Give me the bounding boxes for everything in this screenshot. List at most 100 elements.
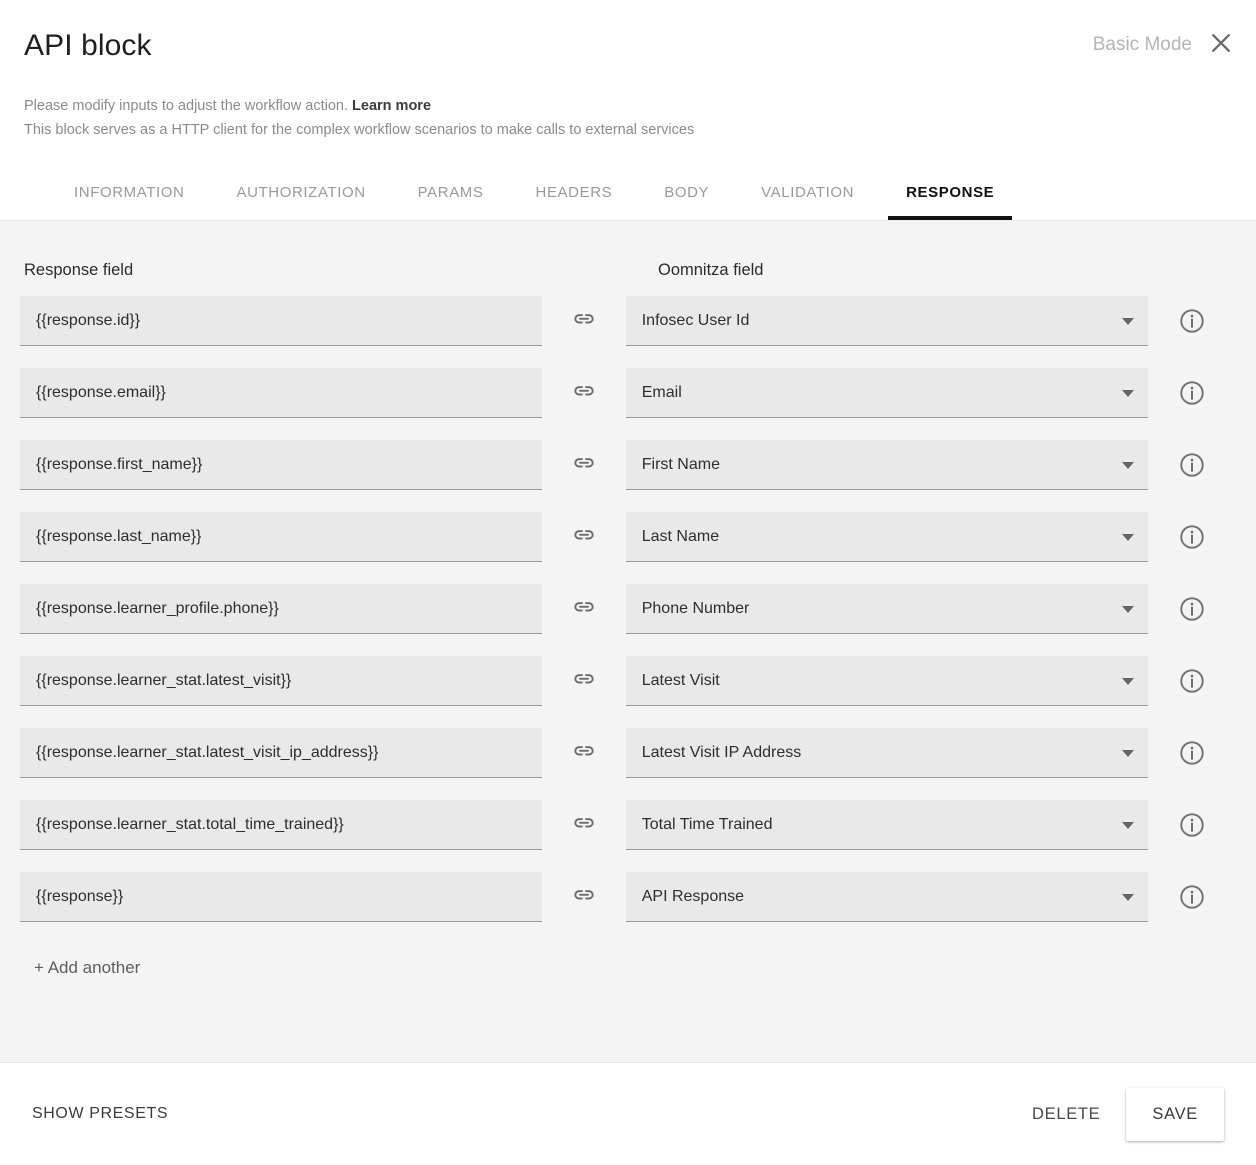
oomnitza-field-select[interactable]: Total Time Trained (625, 800, 1149, 850)
tab-bar: INFORMATION AUTHORIZATION PARAMS HEADERS… (24, 164, 1232, 220)
mapping-rows: {{response.id}} Infosec User Id {{response… (20, 296, 1236, 944)
link-icon[interactable] (542, 656, 626, 706)
oomnitza-field-value: Latest Visit IP Address (641, 743, 802, 761)
response-field-value: {{response.learner_stat.latest_visit}} (36, 671, 292, 689)
mapping-row: {{response.last_name}} Last Name (20, 512, 1236, 562)
learn-more-link[interactable]: Learn more (352, 98, 431, 114)
link-icon[interactable] (542, 728, 626, 778)
page-title: API block (24, 29, 152, 62)
column-header-oomnitza-field: Oomnitza field (658, 261, 764, 279)
oomnitza-field-value: Last Name (641, 527, 720, 545)
oomnitza-field-value: Latest Visit (641, 671, 720, 689)
subtitle-line-2: This block serves as a HTTP client for t… (24, 122, 695, 138)
link-icon[interactable] (542, 368, 626, 418)
response-field-value: {{response.last_name}} (36, 527, 202, 545)
response-mapping-panel: Response field Oomnitza field {{response… (0, 220, 1256, 1062)
response-field-value: {{response}} (36, 887, 124, 905)
api-block-dialog: API block Basic Mode Please modify input… (0, 0, 1256, 1165)
oomnitza-field-select[interactable]: Phone Number (625, 584, 1149, 634)
response-field-input[interactable]: {{response.learner_profile.phone}} (20, 584, 542, 634)
oomnitza-field-select[interactable]: Email (625, 368, 1149, 418)
info-icon[interactable] (1148, 584, 1236, 634)
mapping-row: {{response.learner_stat.latest_visit}} La… (20, 656, 1236, 706)
response-field-input[interactable]: {{response.last_name}} (20, 512, 542, 562)
info-icon[interactable] (1148, 512, 1236, 562)
tab-validation[interactable]: VALIDATION (735, 164, 880, 220)
oomnitza-field-value: Phone Number (641, 599, 750, 617)
response-field-input[interactable]: {{response.learner_stat.latest_visit_ip_… (20, 728, 542, 778)
header-actions: Basic Mode (1093, 28, 1236, 58)
chevron-down-icon[interactable] (1122, 605, 1135, 613)
chevron-down-icon[interactable] (1122, 317, 1135, 325)
dialog-header: API block Basic Mode Please modify input… (0, 0, 1256, 220)
link-icon[interactable] (542, 440, 626, 490)
footer-actions: DELETE SAVE (1014, 1087, 1232, 1141)
mapping-row: {{response.first_name}} First Name (20, 440, 1236, 490)
info-icon[interactable] (1148, 800, 1236, 850)
tab-response[interactable]: RESPONSE (880, 164, 1020, 220)
info-icon[interactable] (1148, 296, 1236, 346)
link-icon[interactable] (542, 800, 626, 850)
info-icon[interactable] (1148, 368, 1236, 418)
response-field-value: {{response.id}} (36, 311, 141, 329)
response-field-input[interactable]: {{response.email}} (20, 368, 542, 418)
oomnitza-field-value: First Name (641, 455, 720, 473)
tab-authorization[interactable]: AUTHORIZATION (210, 164, 391, 220)
oomnitza-field-select[interactable]: Latest Visit (625, 656, 1149, 706)
response-field-value: {{response.email}} (36, 383, 166, 401)
oomnitza-field-value: API Response (641, 887, 745, 905)
mapping-row: {{response.learner_profile.phone}} Phone … (20, 584, 1236, 634)
chevron-down-icon[interactable] (1122, 461, 1135, 469)
chevron-down-icon[interactable] (1122, 749, 1135, 757)
oomnitza-field-select[interactable]: Latest Visit IP Address (625, 728, 1149, 778)
link-icon[interactable] (542, 512, 626, 562)
mapping-row: {{response}} API Response (20, 872, 1236, 922)
chevron-down-icon[interactable] (1122, 677, 1135, 685)
oomnitza-field-value: Infosec User Id (641, 311, 750, 329)
tab-information[interactable]: INFORMATION (48, 164, 210, 220)
response-field-input[interactable]: {{response.id}} (20, 296, 542, 346)
response-field-value: {{response.learner_stat.total_time_train… (36, 815, 344, 833)
mapping-row: {{response.email}} Email (20, 368, 1236, 418)
oomnitza-field-select[interactable]: Infosec User Id (625, 296, 1149, 346)
chevron-down-icon[interactable] (1122, 533, 1135, 541)
subtitle-line-1: Please modify inputs to adjust the workf… (24, 94, 1232, 118)
title-row: API block (24, 28, 1232, 64)
dialog-footer: SHOW PRESETS DELETE SAVE (0, 1062, 1256, 1165)
tab-params[interactable]: PARAMS (392, 164, 510, 220)
info-icon[interactable] (1148, 728, 1236, 778)
info-icon[interactable] (1148, 440, 1236, 490)
link-icon[interactable] (542, 296, 626, 346)
mode-label: Basic Mode (1092, 34, 1192, 55)
response-field-value: {{response.learner_profile.phone}} (36, 599, 279, 617)
link-icon[interactable] (542, 584, 626, 634)
response-field-input[interactable]: {{response.learner_stat.total_time_train… (20, 800, 542, 850)
mapping-row: {{response.id}} Infosec User Id (20, 296, 1236, 346)
oomnitza-field-select[interactable]: First Name (625, 440, 1149, 490)
column-headers: Response field Oomnitza field (20, 221, 1236, 296)
close-icon[interactable] (1206, 28, 1236, 58)
oomnitza-field-value: Email (641, 383, 682, 401)
chevron-down-icon[interactable] (1122, 389, 1135, 397)
response-field-input[interactable]: {{response}} (20, 872, 542, 922)
mapping-row: {{response.learner_stat.latest_visit_ip_… (20, 728, 1236, 778)
chevron-down-icon[interactable] (1122, 821, 1135, 829)
add-another-button[interactable]: + Add another (20, 958, 140, 978)
link-icon[interactable] (542, 872, 626, 922)
response-field-input[interactable]: {{response.first_name}} (20, 440, 542, 490)
chevron-down-icon[interactable] (1122, 893, 1135, 901)
oomnitza-field-value: Total Time Trained (641, 815, 773, 833)
info-icon[interactable] (1148, 656, 1236, 706)
oomnitza-field-select[interactable]: API Response (625, 872, 1149, 922)
response-field-input[interactable]: {{response.learner_stat.latest_visit}} (20, 656, 542, 706)
tab-body[interactable]: BODY (638, 164, 735, 220)
oomnitza-field-select[interactable]: Last Name (625, 512, 1149, 562)
column-header-response-field: Response field (24, 261, 134, 279)
info-icon[interactable] (1148, 872, 1236, 922)
save-button[interactable]: SAVE (1126, 1087, 1224, 1141)
subtitle-line-1-text: Please modify inputs to adjust the workf… (24, 98, 348, 114)
delete-button[interactable]: DELETE (1014, 1091, 1118, 1138)
show-presets-button[interactable]: SHOW PRESETS (32, 1105, 168, 1123)
tab-headers[interactable]: HEADERS (510, 164, 639, 220)
response-field-value: {{response.first_name}} (36, 455, 203, 473)
